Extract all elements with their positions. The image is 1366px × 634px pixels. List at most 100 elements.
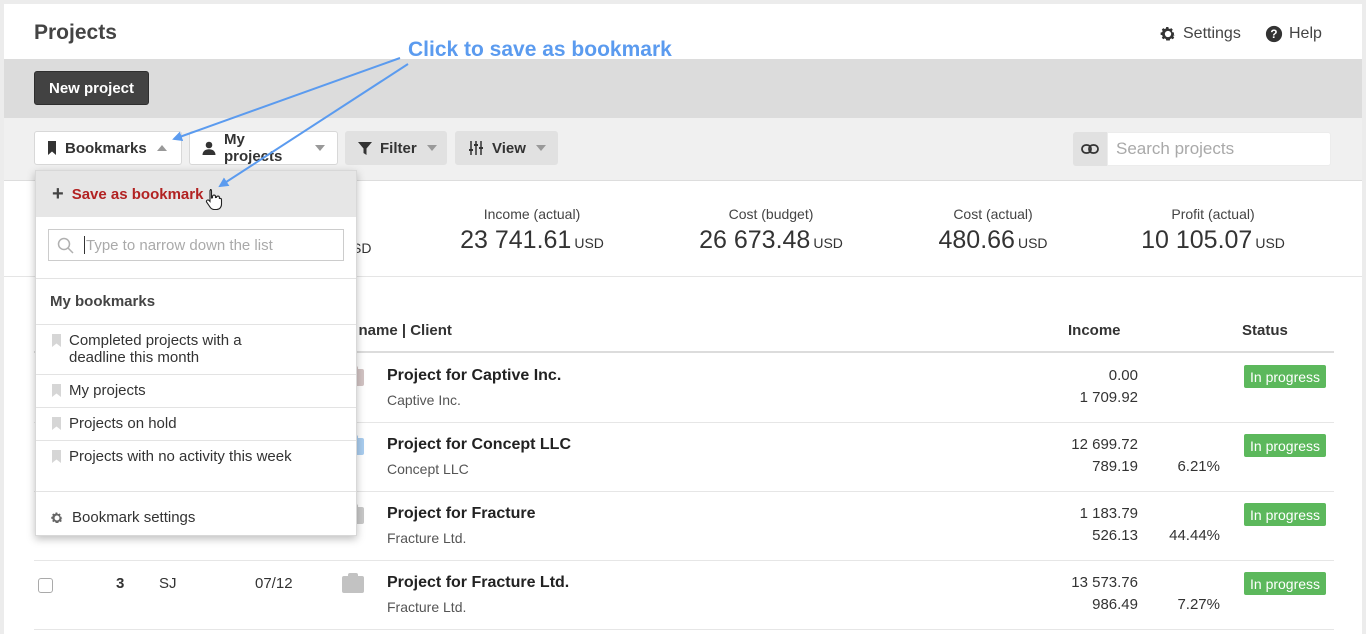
link-icon [1081,144,1099,154]
bookmark-filter-placeholder: Type to narrow down the list [86,236,273,254]
status-badge: In progress [1244,572,1327,595]
bookmark-filter-input[interactable]: Type to narrow down the list [48,229,344,261]
stat-label: Profit (actual) [1171,206,1255,222]
help-icon: ? [1265,25,1283,43]
help-link[interactable]: ? Help [1265,25,1322,43]
save-as-bookmark-button[interactable]: + Save as bookmark [36,171,356,217]
page-title: Projects [34,21,117,44]
bookmark-icon [52,417,61,430]
project-name-link[interactable]: Project for Concept LLC [387,436,571,454]
income-secondary: 789.19 [1092,458,1138,475]
profit-percent: 6.21% [1177,458,1220,475]
income-secondary: 1 709.92 [1079,389,1138,406]
stat-value: 10 105.07 USD [1098,226,1328,255]
stat-currency: USD [813,235,843,251]
bookmark-icon [52,334,61,347]
app-frame: Projects Settings ? Help New project Boo… [4,4,1362,634]
gear-icon [51,512,63,523]
status-badge: In progress [1244,503,1327,526]
bookmark-label: Projects with no activity this week [69,448,292,465]
search-placeholder: Search projects [1116,139,1235,158]
status-badge: In progress [1244,434,1327,457]
view-label: View [492,139,526,157]
search-projects-input[interactable]: Search projects [1107,132,1331,166]
project-name-link[interactable]: Project for Fracture Ltd. [387,574,569,592]
table-row[interactable]: 3 SJ 07/12 Project for Fracture Ltd. Fra… [4,561,1362,630]
view-button[interactable]: View [455,131,558,165]
search-icon [57,237,74,254]
annotation-callout: Click to save as bookmark [408,38,672,61]
help-label: Help [1289,25,1322,42]
filter-button[interactable]: Filter [345,131,447,165]
user-icon [202,141,216,155]
income-value: 1 183.79 [1079,505,1138,522]
hand-cursor-icon [206,188,223,210]
gear-icon [1160,26,1176,41]
stat-number: 480.66 [938,226,1015,254]
bookmark-icon [52,384,61,397]
stat-number: 23 741.61 [460,226,572,254]
status-badge: In progress [1244,365,1327,388]
bookmark-item[interactable]: Completed projects with a deadline this … [36,332,296,366]
bookmark-settings-link[interactable]: Bookmark settings [50,509,195,526]
stat-value: 23 741.61 USD [417,226,647,255]
bookmark-settings-label: Bookmark settings [72,509,196,526]
action-bar: New project [4,59,1362,118]
folder-icon [342,573,364,593]
stat-number: 10 105.07 [1141,226,1253,254]
dropdown-divider [36,491,356,492]
stat-value: 480.66 USD [878,226,1108,255]
manager-initials: SJ [159,575,177,592]
my-bookmarks-heading: My bookmarks [50,293,156,310]
bookmark-label: Projects on hold [69,415,177,432]
text-caret [84,236,85,254]
income-value: 12 699.72 [1071,436,1138,453]
stat-cost-budget: Cost (budget) 26 673.48 USD [656,206,886,255]
stat-currency: USD [574,235,604,251]
project-name-link[interactable]: Project for Fracture [387,505,535,523]
project-client: Concept LLC [387,461,469,477]
filter-label: Filter [380,139,417,157]
stat-number: 26 673.48 [699,226,811,254]
row-checkbox[interactable] [38,578,53,593]
dropdown-divider [36,374,356,375]
bookmarks-dropdown: + Save as bookmark Type to narrow down t… [35,170,357,536]
bookmark-item[interactable]: Projects on hold [36,415,356,432]
bookmark-icon [47,141,57,155]
row-divider [34,629,1334,630]
caret-down-icon [535,145,546,151]
dropdown-divider [36,440,356,441]
income-value: 0.00 [1108,367,1138,384]
stat-currency: USD [1255,235,1285,251]
bookmark-item[interactable]: Projects with no activity this week [36,448,296,465]
project-client: Captive Inc. [387,392,461,408]
settings-label: Settings [1183,25,1241,42]
share-link-button[interactable] [1073,132,1107,166]
bookmark-icon [52,450,61,463]
stat-label: Cost (budget) [728,206,814,222]
income-secondary: 526.13 [1092,527,1138,544]
bookmarks-button[interactable]: Bookmarks [34,131,182,165]
bookmark-label: Completed projects with a deadline this … [69,332,242,366]
my-projects-button[interactable]: My projects [189,131,338,165]
income-secondary: 986.49 [1092,596,1138,613]
bookmark-item[interactable]: My projects [36,382,356,399]
stat-label: Income (actual) [483,206,581,222]
settings-link[interactable]: Settings [1159,25,1241,43]
column-header-income[interactable]: Income [1068,322,1121,339]
project-date: 07/12 [255,575,293,592]
column-header-status[interactable]: Status [1242,322,1288,339]
bookmark-label: My projects [69,382,146,399]
stat-currency: USD [1017,235,1048,251]
project-number: 3 [116,575,125,592]
new-project-button[interactable]: New project [34,71,150,105]
stat-label: Cost (actual) [953,206,1033,222]
dropdown-divider [36,278,356,279]
my-projects-label: My projects [224,131,283,165]
stat-cost-actual: Cost (actual) 480.66 USD [878,206,1108,255]
caret-down-icon [315,145,325,151]
sliders-icon [468,141,484,155]
project-name-link[interactable]: Project for Captive Inc. [387,367,561,385]
column-header-name[interactable]: ct name | Client [341,322,452,339]
bookmarks-label: Bookmarks [65,139,147,157]
